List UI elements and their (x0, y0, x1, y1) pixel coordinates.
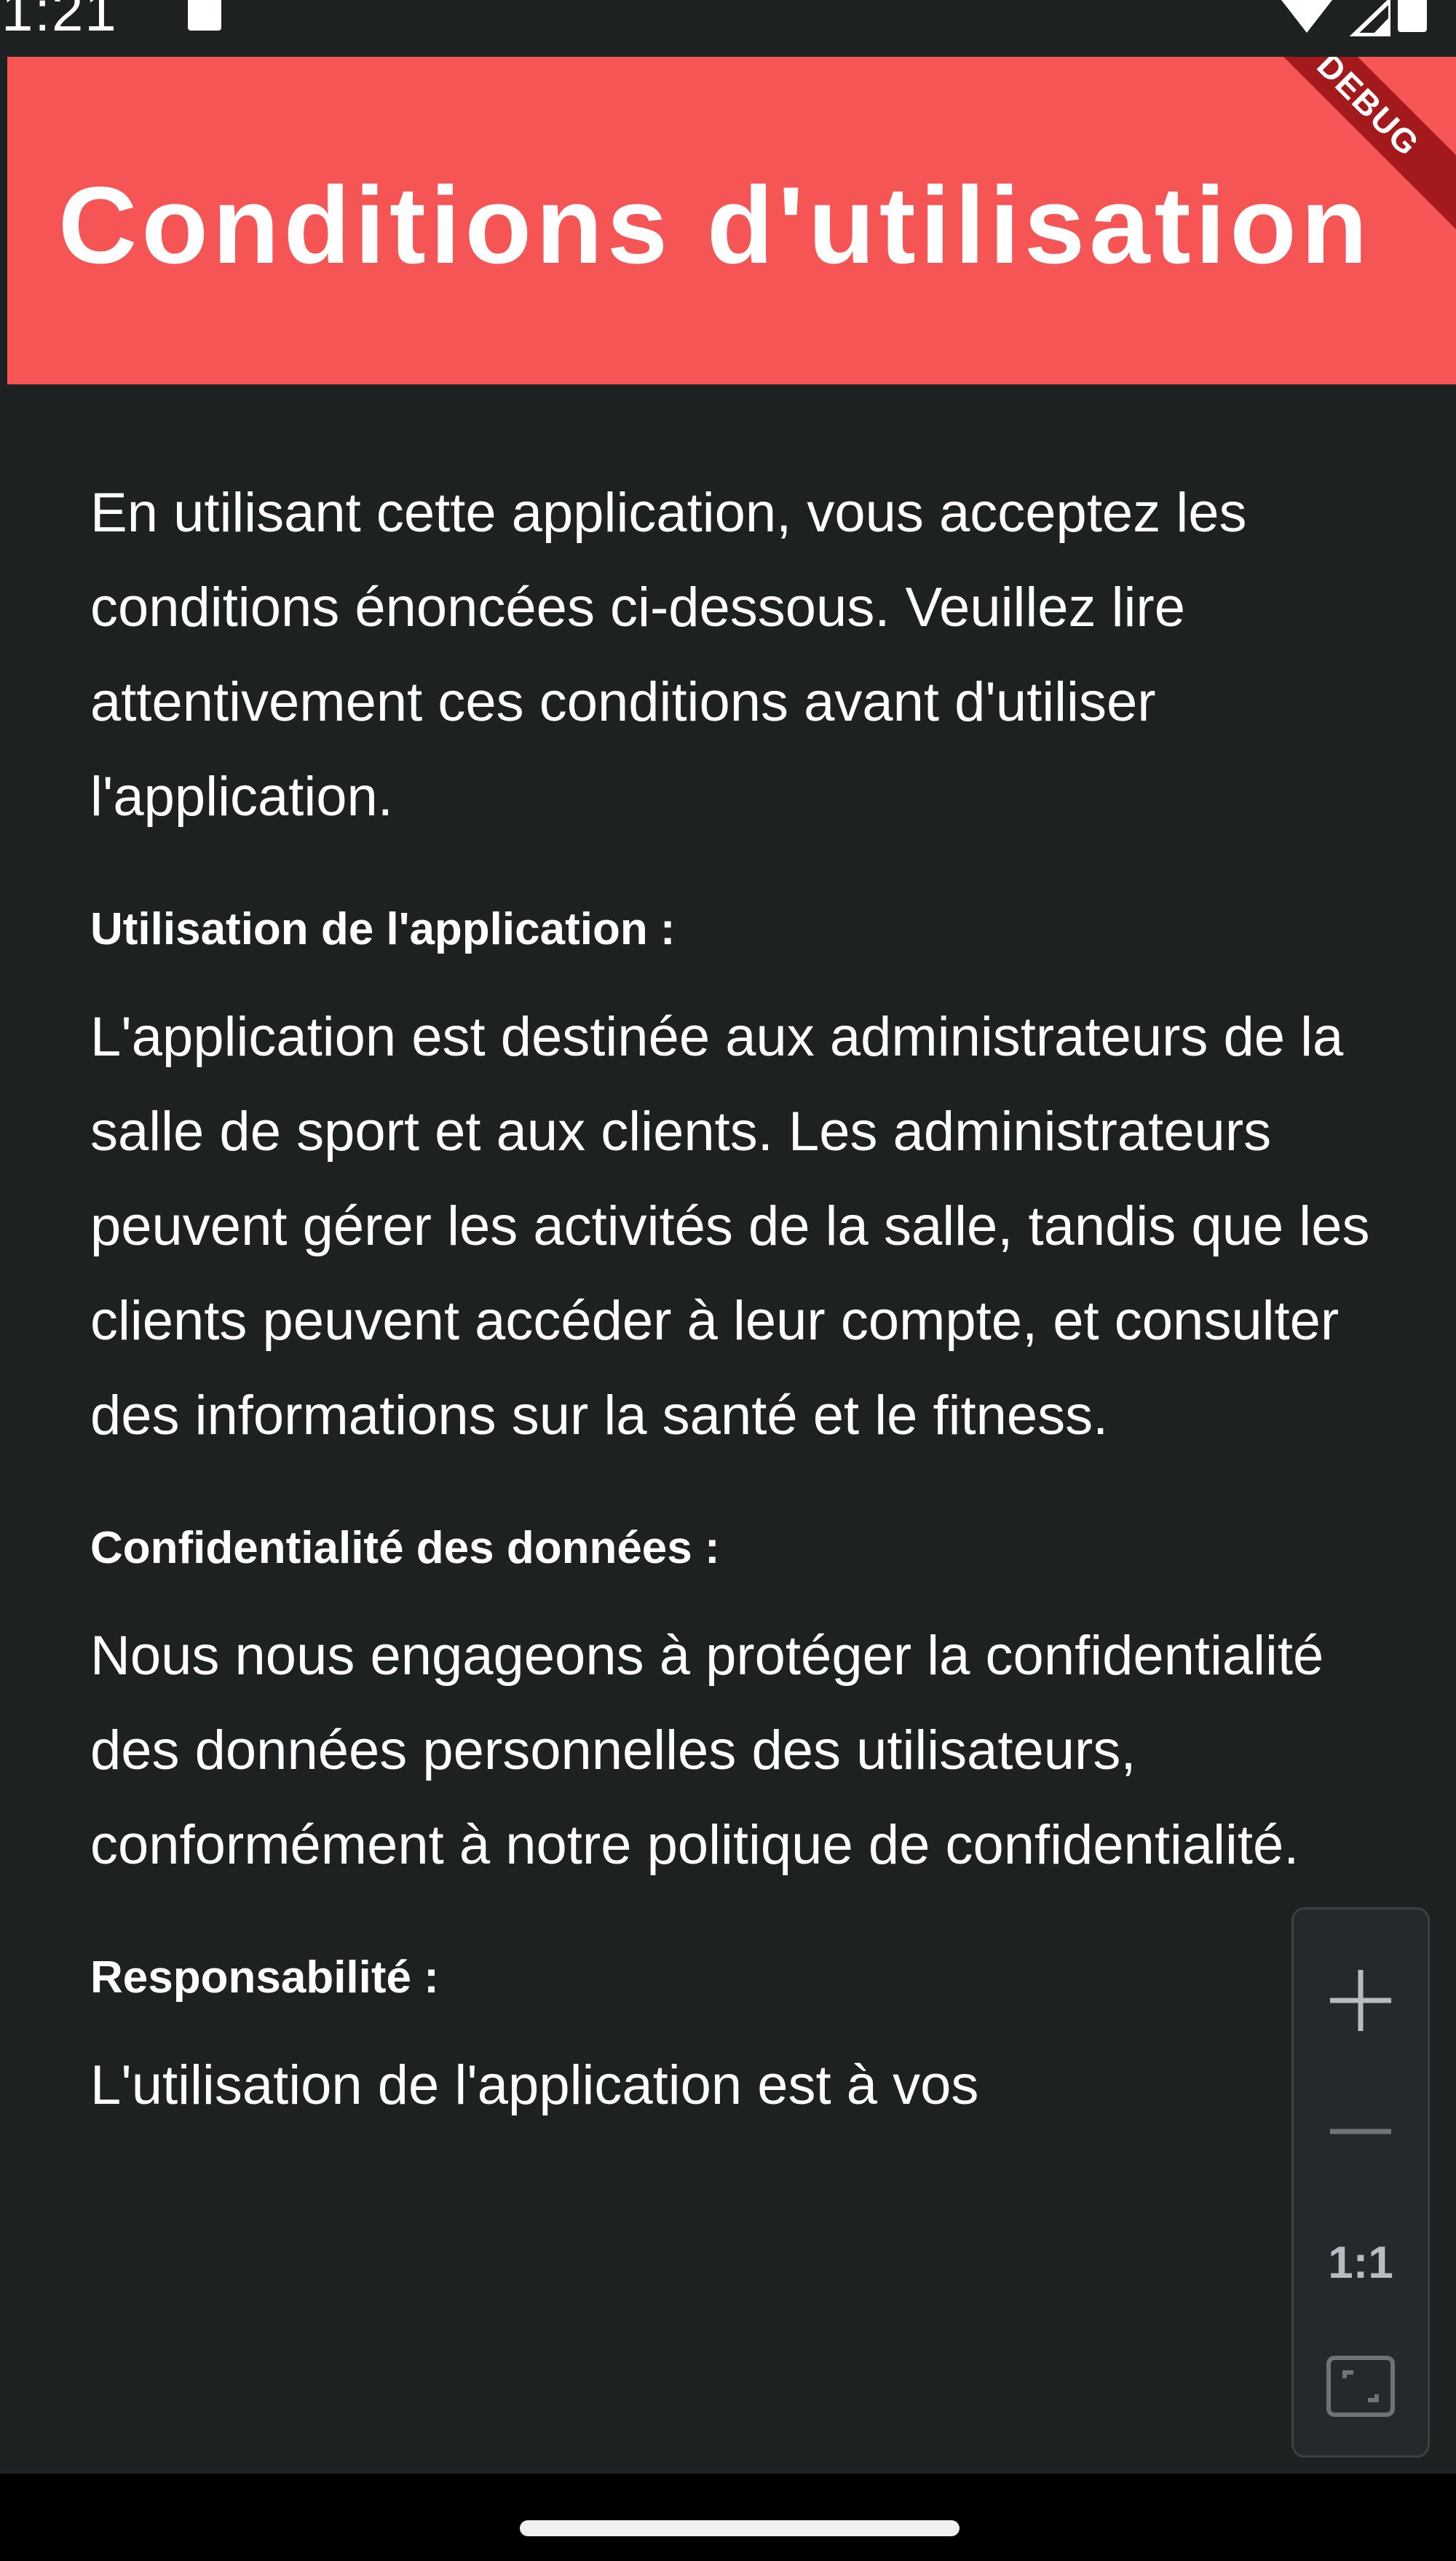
battery-icon (1398, 0, 1427, 32)
fit-screen-icon (1326, 2356, 1395, 2417)
home-gesture-handle[interactable] (520, 2520, 960, 2536)
signal-icon (1349, 0, 1390, 36)
section-body-privacy: Nous nous engageons à protéger la confid… (90, 1625, 1324, 1876)
zoom-out-button[interactable] (1294, 2070, 1428, 2193)
navigation-bar (0, 2474, 1456, 2561)
terms-content: En utilisant cette application, vous acc… (90, 466, 1372, 2133)
section-body-responsibility: L'utilisation de l'application est à vos (90, 2054, 979, 2116)
zoom-reset-label: 1:1 (1328, 2237, 1393, 2288)
minus-icon (1330, 2129, 1391, 2134)
plus-icon (1330, 1970, 1391, 2031)
zoom-reset-button[interactable]: 1:1 (1294, 2201, 1428, 2324)
section-heading-usage: Utilisation de l'application : (90, 904, 676, 954)
section-heading-responsibility: Responsabilité : (90, 1952, 439, 2003)
app-bar: Conditions d'utilisation DEBUG (7, 57, 1456, 384)
sd-card-icon (188, 0, 221, 31)
section-heading-privacy: Confidentialité des données : (90, 1523, 720, 1573)
status-bar: 1:21 (0, 0, 1456, 57)
status-time: 1:21 (1, 0, 118, 43)
intro-paragraph: En utilisant cette application, vous acc… (90, 482, 1247, 828)
fit-screen-button[interactable] (1294, 2324, 1428, 2448)
zoom-controls: 1:1 (1291, 1907, 1430, 2458)
zoom-in-button[interactable] (1294, 1939, 1428, 2062)
wifi-icon (1281, 0, 1332, 35)
page-title: Conditions d'utilisation (58, 164, 1372, 286)
section-body-usage: L'application est destinée aux administr… (90, 1006, 1370, 1446)
